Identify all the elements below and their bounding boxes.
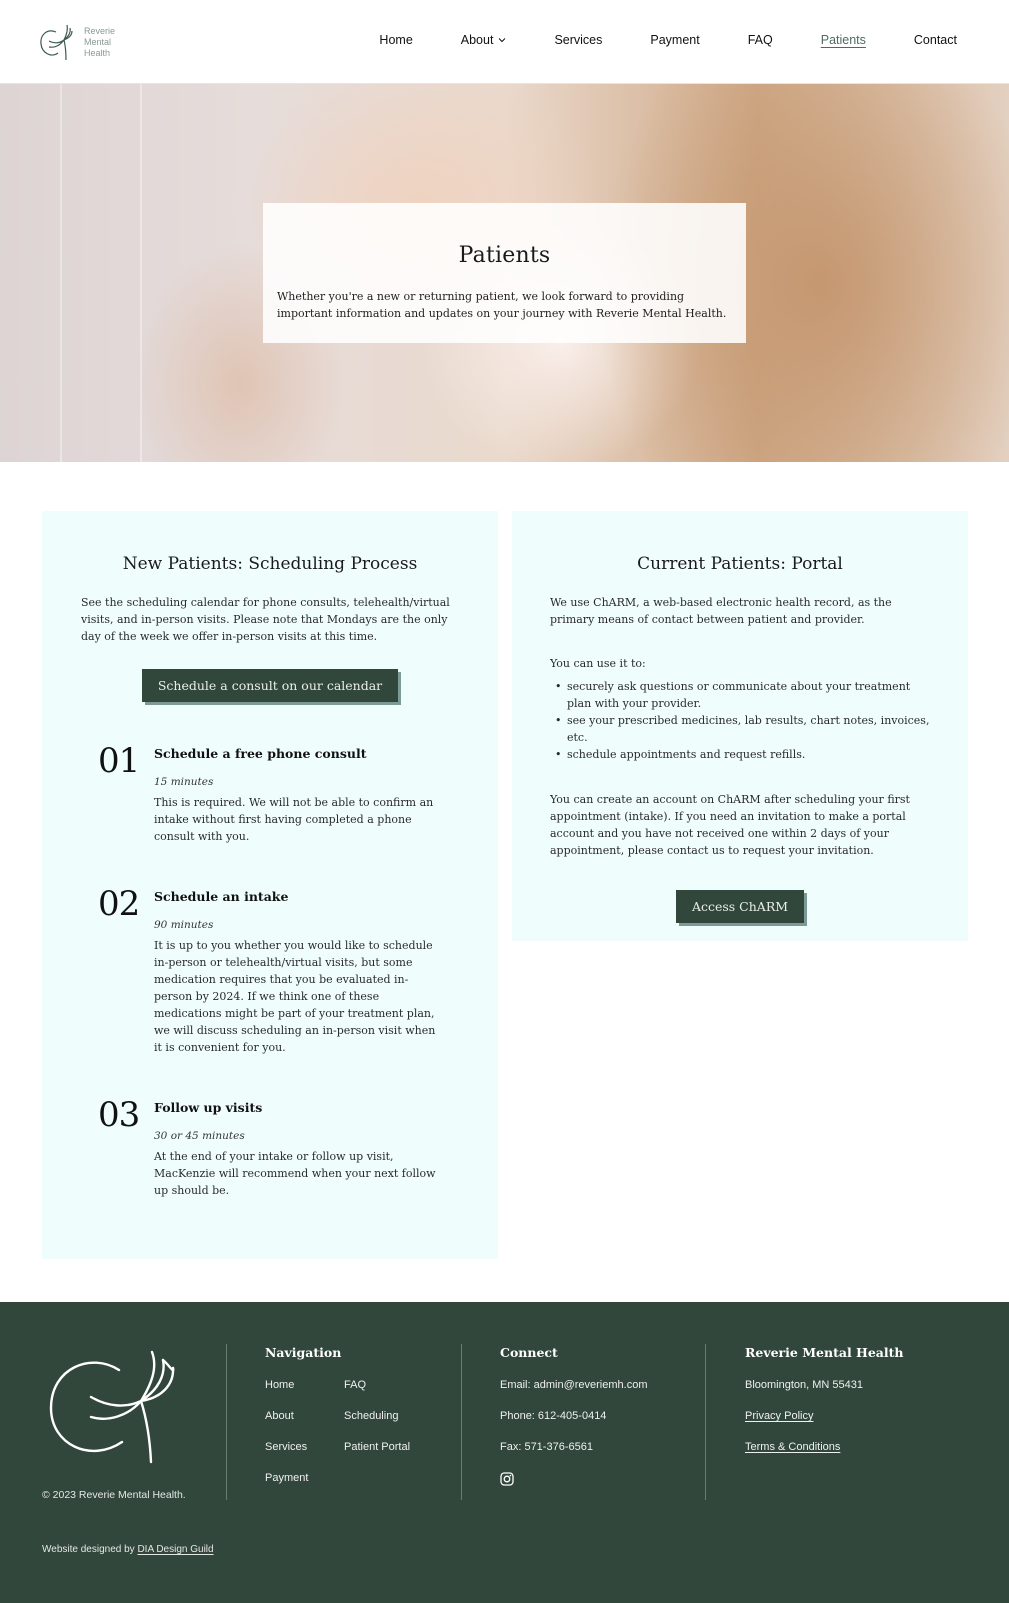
hero-description: Whether you're a new or returning patien… (277, 290, 727, 320)
privacy-policy-link[interactable]: Privacy Policy (745, 1410, 813, 1422)
logo-line: Health (84, 47, 111, 58)
nav-about[interactable]: About (461, 33, 507, 47)
step-number: 03 (98, 1095, 140, 1135)
copyright-text: © 2023 Reverie Mental Health. (42, 1489, 186, 1501)
footer-navigation: Navigation Home FAQ About Scheduling Ser… (265, 1345, 444, 1503)
logo-link[interactable]: Reverie Mental Health (38, 22, 115, 62)
step-number: 02 (98, 884, 140, 924)
list-item: securely ask questions or communicate ab… (550, 678, 930, 712)
hero-card: Patients Whether you're a new or returni… (263, 203, 746, 343)
portal-uses-list: securely ask questions or communicate ab… (550, 678, 930, 763)
current-patients-panel: Current Patients: Portal We use ChARM, a… (512, 511, 968, 941)
new-patients-panel: New Patients: Scheduling Process See the… (42, 511, 498, 1259)
footer-link-home[interactable]: Home (265, 1379, 344, 1410)
new-patients-title: New Patients: Scheduling Process (122, 554, 418, 574)
step-title: Schedule a free phone consult (154, 746, 367, 761)
nav-home[interactable]: Home (379, 33, 412, 47)
footer-link-services[interactable]: Services (265, 1441, 344, 1472)
footer-link-about[interactable]: About (265, 1410, 344, 1441)
hero-image-detail (60, 84, 62, 462)
current-patients-title: Current Patients: Portal (637, 554, 843, 574)
credit-prefix: Website designed by (42, 1544, 138, 1555)
footer-link-faq[interactable]: FAQ (344, 1379, 444, 1410)
footer-fax: Fax: 571-376-6561 (500, 1441, 593, 1453)
nav-about-label: About (460, 33, 494, 47)
portal-intro: We use ChARM, a web-based electronic hea… (550, 596, 892, 626)
step-description: This is required. We will not be able to… (154, 796, 434, 843)
terms-link[interactable]: Terms & Conditions (745, 1441, 840, 1453)
step-title: Follow up visits (154, 1100, 263, 1115)
nav-payment[interactable]: Payment (650, 33, 699, 47)
portal-account-info: You can create an account on ChARM after… (550, 793, 910, 857)
logo-text: Reverie Mental Health (84, 26, 115, 59)
schedule-button-wrap: Schedule a consult on our calendar (42, 669, 498, 702)
main-content: New Patients: Scheduling Process See the… (0, 462, 1009, 1302)
step-duration: 30 or 45 minutes (154, 1130, 245, 1142)
step-duration: 90 minutes (154, 919, 214, 931)
logo-line: Reverie (84, 25, 116, 36)
new-patients-intro: See the scheduling calendar for phone co… (81, 596, 450, 643)
step-duration: 15 minutes (154, 776, 214, 788)
hero-image-detail (140, 84, 142, 462)
portal-uses-label: You can use it to: (550, 657, 646, 670)
footer-company-links: Bloomington, MN 55431 Privacy Policy Ter… (745, 1379, 904, 1472)
footer-link-scheduling[interactable]: Scheduling (344, 1410, 444, 1441)
step-title: Schedule an intake (154, 889, 289, 904)
schedule-consult-button[interactable]: Schedule a consult on our calendar (141, 669, 399, 702)
site-footer: © 2023 Reverie Mental Health. Navigation… (0, 1302, 1009, 1603)
footer-company: Reverie Mental Health Bloomington, MN 55… (745, 1345, 904, 1472)
step-description: At the end of your intake or follow up v… (154, 1150, 436, 1197)
hero-banner: Patients Whether you're a new or returni… (0, 84, 1009, 462)
page-title: Patients (458, 243, 551, 268)
step-description: It is up to you whether you would like t… (154, 939, 436, 1054)
footer-divider (461, 1344, 462, 1500)
footer-nav-heading: Navigation (265, 1345, 342, 1360)
footer-link-payment[interactable]: Payment (265, 1472, 344, 1503)
footer-address: Bloomington, MN 55431 (745, 1379, 864, 1391)
step-item: 01 Schedule a free phone consult 15 minu… (98, 741, 498, 845)
footer-connect-links: Email: admin@reveriemh.com Phone: 612-40… (500, 1379, 648, 1503)
chevron-down-icon (499, 38, 506, 43)
footer-email-link[interactable]: Email: admin@reveriemh.com (500, 1379, 648, 1391)
footer-nav-links: Home FAQ About Scheduling Services Patie… (265, 1379, 444, 1503)
footer-divider (226, 1344, 227, 1500)
step-number: 01 (98, 741, 140, 781)
step-item: 02 Schedule an intake 90 minutes It is u… (98, 884, 498, 1056)
nav-services[interactable]: Services (554, 33, 602, 47)
nav-patients[interactable]: Patients (821, 33, 866, 47)
nav-faq[interactable]: FAQ (748, 33, 773, 47)
instagram-icon (500, 1472, 514, 1486)
footer-divider (705, 1344, 706, 1500)
list-item: see your prescribed medicines, lab resul… (550, 712, 930, 746)
site-credit: Website designed by DIA Design Guild (42, 1544, 214, 1555)
designer-link[interactable]: DIA Design Guild (137, 1544, 213, 1555)
logo-line: Mental (84, 36, 112, 47)
access-charm-button[interactable]: Access ChARM (675, 890, 805, 923)
list-item: schedule appointments and request refill… (550, 746, 930, 763)
logo-icon (40, 24, 73, 61)
main-nav: Home About Services Payment FAQ Patients… (379, 33, 957, 47)
footer-connect: Connect Email: admin@reveriemh.com Phone… (500, 1345, 648, 1503)
charm-button-wrap: Access ChARM (512, 890, 968, 923)
footer-phone-link[interactable]: Phone: 612-405-0414 (500, 1410, 606, 1422)
footer-logo-icon (49, 1350, 175, 1464)
footer-company-heading: Reverie Mental Health (745, 1345, 904, 1360)
nav-contact[interactable]: Contact (914, 33, 957, 47)
step-item: 03 Follow up visits 30 or 45 minutes At … (98, 1095, 498, 1199)
instagram-link[interactable] (500, 1472, 514, 1489)
footer-link-patient-portal[interactable]: Patient Portal (344, 1441, 444, 1472)
site-header: Reverie Mental Health Home About Service… (0, 0, 1009, 84)
footer-connect-heading: Connect (500, 1345, 558, 1360)
